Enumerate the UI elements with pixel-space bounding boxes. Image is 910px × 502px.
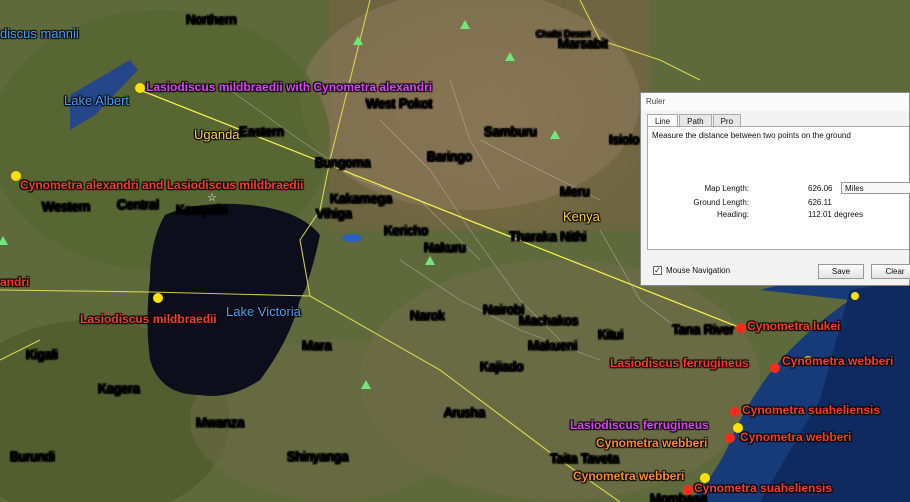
yellow-pin-icon[interactable]	[135, 83, 145, 93]
species-label: discus mannii	[0, 26, 79, 41]
country-label: Kenya	[563, 209, 600, 224]
map-label: Vihiga	[316, 206, 352, 221]
species-label: Cynometra webberi	[596, 436, 708, 450]
map-length-label: Map Length:	[704, 184, 749, 193]
map-label: Kajiado	[480, 359, 524, 374]
species-label: Cynometra suaheliensis	[694, 481, 833, 495]
unit-select[interactable]: Miles▾	[841, 182, 910, 194]
ruler-title: Ruler	[641, 93, 909, 111]
species-label: Lasiodiscus ferrugineus	[610, 356, 749, 370]
heading-row: Heading: 112.01 degrees	[648, 210, 909, 221]
map-label: West Pokot	[366, 96, 433, 111]
map-label: Chalbi Desert	[536, 29, 591, 39]
map-label: Mwanza	[196, 415, 245, 430]
lake-label: Lake Albert	[64, 93, 130, 108]
ground-length-row: Ground Length: 626.11	[648, 198, 909, 209]
map-label: Baringo	[427, 149, 472, 164]
ruler-footer: ✓ Mouse Navigation Save Clear	[653, 263, 910, 279]
map-label: Shinyanga	[287, 449, 349, 464]
map-label: Nakuru	[424, 240, 466, 255]
map-length-value: 626.06	[808, 184, 833, 193]
species-label: Cynometra lukei	[747, 319, 841, 333]
map-label: Isiolo	[609, 132, 640, 147]
lake-label: Lake Victoria	[226, 304, 301, 319]
species-label: Lasiodiscus mildbraedii	[80, 312, 217, 326]
species-label: andri	[0, 275, 30, 289]
mouse-navigation-label: Mouse Navigation	[666, 266, 731, 275]
map-label: Meru	[560, 184, 590, 199]
map-label: Kericho	[384, 223, 429, 238]
map-label: Central	[117, 197, 159, 212]
map-label: Northern	[186, 12, 237, 27]
map-label: Tana River	[672, 322, 735, 337]
map-label: Kagera	[98, 381, 140, 396]
map-label: Arusha	[444, 405, 486, 420]
species-label: Cynometra webberi	[782, 354, 894, 368]
map-label: Kigali	[26, 347, 58, 362]
mouse-navigation-checkbox[interactable]: ✓	[653, 266, 662, 275]
unit-select-value: Miles	[845, 184, 864, 193]
map-label: Machakos	[519, 313, 579, 328]
map-label: Kampala	[176, 202, 228, 217]
map-label: Samburu	[484, 124, 537, 139]
map-label: Western	[42, 199, 91, 214]
heading-label: Heading:	[716, 210, 749, 219]
red-pin-icon[interactable]	[770, 363, 780, 373]
map-label: Kakamega	[330, 191, 393, 206]
map-length-row: Map Length: 626.06 Miles▾	[648, 182, 910, 195]
species-label: Cynometra webberi	[740, 430, 852, 444]
map-label: Tharaka Nithi	[509, 229, 587, 244]
ruler-dialog[interactable]: Ruler Line Path Pro Measure the distance…	[640, 92, 910, 286]
map-label: Burundi	[10, 449, 55, 464]
clear-button[interactable]: Clear	[871, 264, 910, 279]
save-button[interactable]: Save	[818, 264, 864, 279]
red-pin-icon[interactable]	[730, 407, 740, 417]
species-label: Cynometra alexandri and Lasiodiscus mild…	[20, 178, 304, 192]
heading-value: 112.01 degrees	[808, 210, 864, 219]
ground-length-label: Ground Length:	[693, 198, 749, 207]
map-label: Kitui	[598, 327, 624, 342]
species-label: Lasiodiscus ferrugineus	[570, 418, 709, 432]
ruler-description: Measure the distance between two points …	[652, 131, 851, 140]
yellow-pin-icon[interactable]	[851, 292, 859, 300]
country-label: Uganda	[194, 127, 240, 142]
species-label: Lasiodiscus mildbraedii with Cynometra a…	[146, 80, 433, 94]
map-label: Bungoma	[315, 155, 371, 170]
ground-length-value: 626.11	[808, 198, 832, 207]
map-label: Taita Taveta	[550, 451, 620, 466]
ruler-panel: Measure the distance between two points …	[647, 126, 910, 250]
species-label: Cynometra suaheliensis	[742, 403, 881, 417]
map-label: Mara	[302, 338, 332, 353]
species-label: Cynometra webberi	[573, 469, 685, 483]
red-pin-icon[interactable]	[725, 433, 735, 443]
map-label: Nairobi	[483, 302, 525, 317]
map-label: Narok	[410, 308, 445, 323]
map-label: Makueni	[528, 338, 578, 353]
map-label: Eastern	[239, 124, 284, 139]
yellow-pin-icon[interactable]	[153, 293, 163, 303]
red-pin-icon[interactable]	[736, 323, 746, 333]
